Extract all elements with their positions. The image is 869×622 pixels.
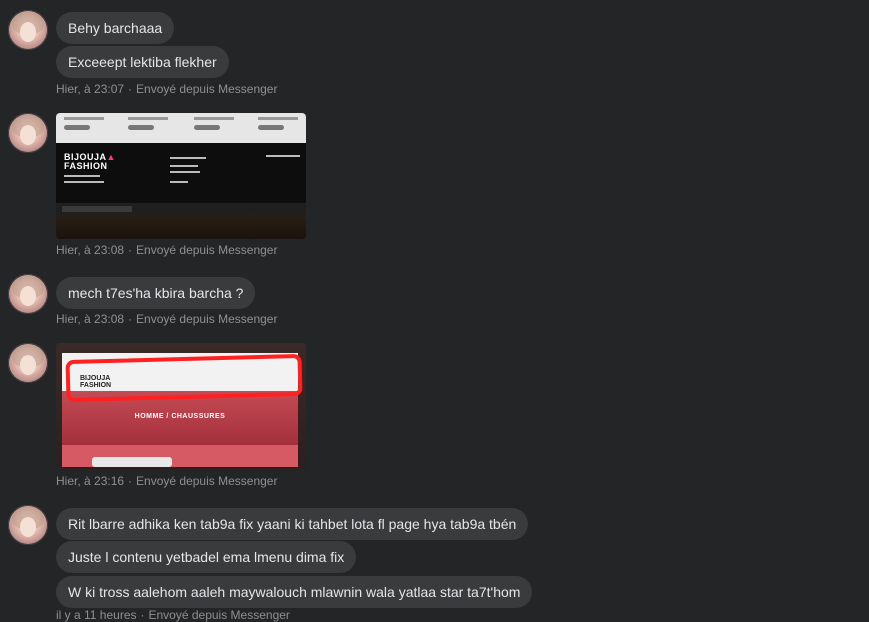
timestamp: Hier, à 23:08 [56, 312, 125, 326]
separator: · [128, 474, 133, 488]
avatar[interactable] [8, 113, 48, 153]
message-bubble[interactable]: Exceeept lektiba flekher [56, 46, 229, 78]
image-logo: BIJOUJA▲ FASHION [64, 152, 116, 171]
attached-image[interactable]: HOMME / CHAUSSURES BIJOUJA FASHION [56, 343, 306, 469]
message-meta: Hier, à 23:08 · Envoyé depuis Messenger [56, 243, 277, 257]
timestamp: Hier, à 23:16 [56, 474, 125, 488]
source-label: Envoyé depuis Messenger [136, 82, 278, 96]
message-bubble[interactable]: Rit lbarre adhika ken tab9a fix yaani ki… [56, 508, 529, 540]
separator: · [128, 82, 133, 96]
avatar[interactable] [8, 343, 48, 383]
message-meta: Hier, à 23:07 · Envoyé depuis Messenger [56, 82, 277, 96]
separator: · [128, 312, 133, 326]
image-topbar [56, 113, 306, 143]
image-taskbar [56, 203, 306, 215]
image-banner-text: HOMME / CHAUSSURES [134, 413, 226, 420]
avatar[interactable] [8, 10, 48, 50]
source-label: Envoyé depuis Messenger [136, 312, 278, 326]
message-meta: Hier, à 23:16 · Envoyé depuis Messenger [56, 474, 277, 488]
separator: · [140, 608, 145, 622]
message-meta: il y a 11 heures · Envoyé depuis Messenger [56, 608, 290, 622]
source-label: Envoyé depuis Messenger [136, 474, 278, 488]
highlight-scribble [65, 353, 303, 403]
message-bubble[interactable]: W ki tross aalehom aaleh maywalouch mlaw… [56, 576, 533, 608]
avatar[interactable] [8, 505, 48, 545]
avatar[interactable] [8, 274, 48, 314]
source-label: Envoyé depuis Messenger [148, 608, 290, 622]
message-bubble[interactable]: Behy barchaaa [56, 12, 175, 44]
separator: · [128, 243, 133, 257]
timestamp: Hier, à 23:08 [56, 243, 125, 257]
source-label: Envoyé depuis Messenger [136, 243, 278, 257]
message-meta: Hier, à 23:08 · Envoyé depuis Messenger [56, 312, 277, 326]
timestamp: Hier, à 23:07 [56, 82, 125, 96]
message-bubble[interactable]: mech t7es'ha kbira barcha ? [56, 277, 256, 309]
timestamp: il y a 11 heures [56, 608, 137, 622]
attached-image[interactable]: BIJOUJA▲ FASHION [56, 113, 306, 239]
message-bubble[interactable]: Juste l contenu yetbadel ema lmenu dima … [56, 541, 357, 573]
